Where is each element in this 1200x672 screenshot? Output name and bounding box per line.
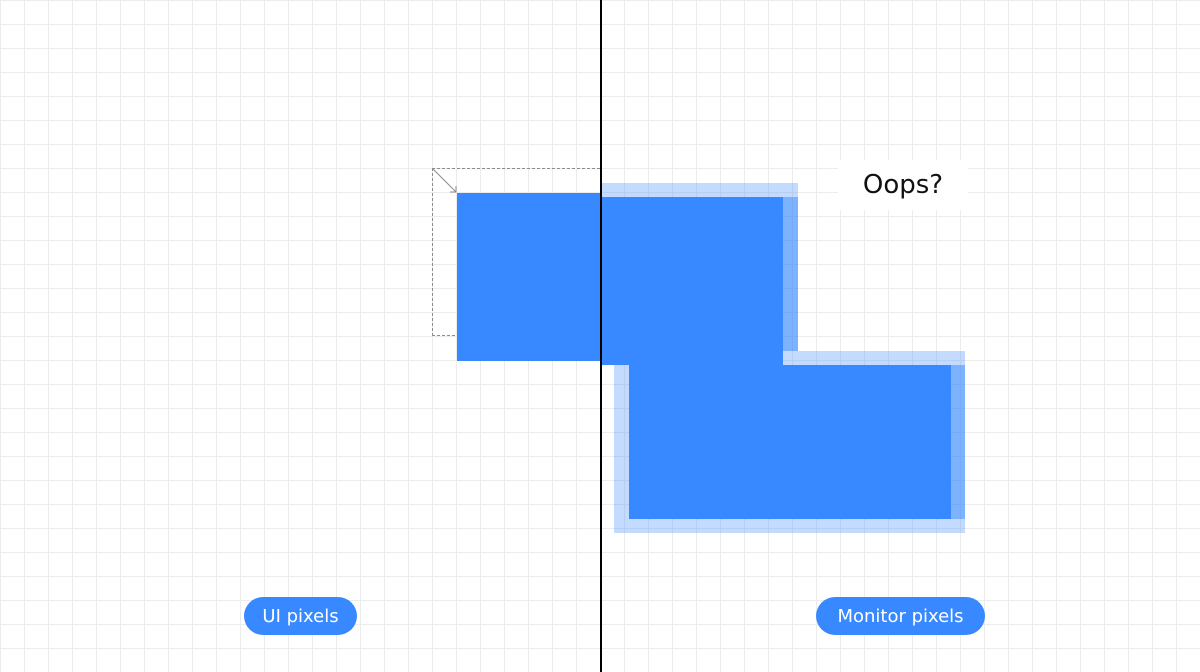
monitor-shape-edge <box>614 365 629 519</box>
monitor-shape-edge <box>783 197 798 351</box>
monitor-shape-edge <box>783 351 965 365</box>
monitor-shape-edge <box>951 365 965 519</box>
monitor-pixels-label: Monitor pixels <box>816 597 985 635</box>
center-divider <box>600 0 602 672</box>
monitor-shape-lower <box>629 365 951 519</box>
monitor-shape-edge <box>602 183 798 197</box>
ui-shape <box>457 193 600 361</box>
monitor-shape-edge <box>614 519 965 533</box>
oops-annotation: Oops? <box>838 160 968 210</box>
ui-pixels-label: UI pixels <box>244 597 357 635</box>
monitor-shape-upper <box>602 197 783 365</box>
